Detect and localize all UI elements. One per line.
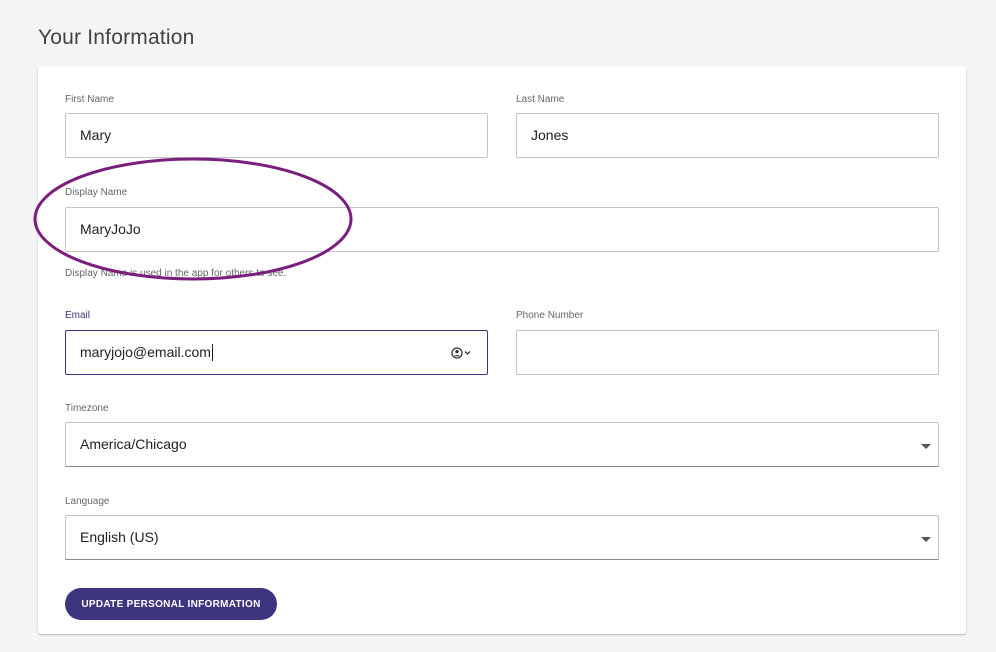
- last-name-value: Jones: [531, 127, 569, 143]
- display-name-label: Display Name: [65, 187, 128, 198]
- last-name-input[interactable]: Jones: [516, 113, 939, 158]
- phone-number-input[interactable]: [516, 330, 939, 375]
- language-select[interactable]: English (US): [65, 515, 939, 560]
- display-name-value: MaryJoJo: [80, 221, 141, 237]
- email-input[interactable]: maryjojo@email.com: [65, 330, 488, 375]
- dropdown-arrow-icon: [921, 444, 931, 449]
- phone-number-label: Phone Number: [516, 310, 584, 321]
- language-value: English (US): [80, 529, 159, 545]
- language-label: Language: [65, 496, 110, 507]
- email-value: maryjojo@email.com: [80, 344, 211, 360]
- timezone-label: Timezone: [65, 403, 109, 414]
- page-title: Your Information: [38, 26, 195, 49]
- email-label: Email: [65, 310, 91, 321]
- first-name-input[interactable]: Mary: [65, 113, 488, 158]
- text-caret: [211, 343, 213, 361]
- display-name-helper: Display Name is used in the app for othe…: [65, 268, 287, 279]
- personal-info-card: First Name Mary Last Name Jones Display …: [38, 66, 966, 634]
- contact-autofill-icon[interactable]: [451, 346, 473, 360]
- dropdown-arrow-icon: [921, 537, 931, 542]
- display-name-input[interactable]: MaryJoJo: [65, 207, 939, 252]
- update-personal-information-button[interactable]: UPDATE PERSONAL INFORMATION: [65, 588, 277, 620]
- timezone-value: America/Chicago: [80, 436, 187, 452]
- first-name-label: First Name: [65, 94, 114, 105]
- last-name-label: Last Name: [516, 94, 565, 105]
- first-name-value: Mary: [80, 127, 112, 143]
- timezone-select[interactable]: America/Chicago: [65, 422, 939, 467]
